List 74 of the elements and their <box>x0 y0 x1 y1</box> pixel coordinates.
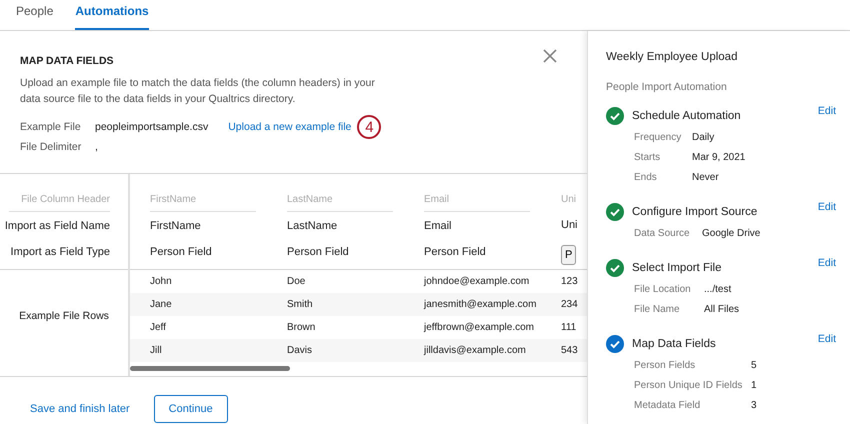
row-label: Import as Field Name <box>4 220 110 234</box>
column-header: Email <box>424 194 530 212</box>
column-header: FirstName <box>150 194 256 212</box>
detail-value: Never <box>692 172 719 182</box>
field-type-dropdown[interactable]: P <box>561 245 576 265</box>
detail-value: Google Drive <box>702 228 760 238</box>
field-type: Person Field <box>424 246 486 258</box>
close-icon[interactable] <box>543 49 557 63</box>
field-type: Person Field <box>287 246 349 258</box>
detail-label: Data Source <box>634 228 691 238</box>
row-label: File Column Header <box>9 194 110 212</box>
table-cell-text: 111 <box>561 322 578 333</box>
field-name: Uni <box>561 219 579 233</box>
detail-value: Daily <box>692 132 714 142</box>
table-cell-text: Smith <box>287 299 314 310</box>
table-cell-text: jeffbrown@example.com <box>424 322 536 333</box>
field-label: File Delimiter <box>20 141 82 153</box>
automation-subtitle: People Import Automation <box>606 81 728 93</box>
detail-label: Person Unique ID Fields <box>634 380 744 390</box>
detail-label: File Location <box>634 284 692 294</box>
tab[interactable]: Automations <box>75 0 149 30</box>
detail-label: Frequency <box>634 132 682 142</box>
detail-label: Metadata Field <box>634 400 702 410</box>
table-cell-text: 234 <box>561 299 579 310</box>
step-title: Map Data Fields <box>632 338 717 350</box>
table-cell-text: 543 <box>561 345 579 356</box>
edit-link[interactable]: Edit <box>818 105 836 117</box>
table-cell-text: John <box>150 276 173 287</box>
upload-link[interactable]: Upload a new example file <box>228 121 352 133</box>
table-cell-text: Jill <box>150 345 163 356</box>
detail-label: File Name <box>634 304 681 314</box>
field-name: LastName <box>287 220 338 234</box>
detail-value: 1 <box>751 380 757 390</box>
table-cell-text: jilldavis@example.com <box>424 345 527 356</box>
edit-link[interactable]: Edit <box>818 201 836 213</box>
field-value: , <box>95 141 98 153</box>
table-cell-text: Brown <box>287 322 316 333</box>
detail-label: Person Fields <box>634 360 696 370</box>
row-label: Example File Rows <box>19 310 109 322</box>
table-cell-text: Jeff <box>150 322 167 333</box>
step-title: Select Import File <box>632 262 722 274</box>
tab[interactable]: People <box>16 0 54 30</box>
field-name: Email <box>424 220 453 234</box>
detail-value: Mar 9, 2021 <box>692 152 746 162</box>
table-cell-text: Doe <box>287 276 306 287</box>
detail-value: All Files <box>704 304 740 314</box>
table-cell-text: janesmith@example.com <box>424 299 538 310</box>
save-link[interactable]: Save and finish later <box>30 403 130 415</box>
edit-link[interactable]: Edit <box>818 257 836 269</box>
detail-label: Ends <box>634 172 658 182</box>
step-title: Configure Import Source <box>632 206 758 218</box>
step-title: Schedule Automation <box>632 110 742 122</box>
table-cell-text: Davis <box>287 345 314 356</box>
column-header: Uni <box>561 194 578 207</box>
field-value: peopleimportsample.csv <box>95 121 208 133</box>
description: Upload an example file to match the data fields (the column headers) in your data source file to the data fields in your Qualtrics directory. <box>20 76 376 107</box>
detail-value: 3 <box>751 400 757 410</box>
field-name: FirstName <box>150 220 202 234</box>
row-label: Import as Field Type <box>10 246 110 260</box>
column-header: LastName <box>287 194 393 212</box>
field-label: Example File <box>20 121 82 133</box>
detail-value: 5 <box>751 360 757 370</box>
field-type: Person Field <box>150 246 212 258</box>
table-cell-text: 123 <box>561 276 579 287</box>
step-badge: 4 <box>357 115 382 139</box>
dialog-title: MAP DATA FIELDS <box>20 55 114 67</box>
table-cell-text: johndoe@example.com <box>424 276 530 287</box>
scrollbar-thumb[interactable] <box>130 366 290 371</box>
detail-label: Starts <box>634 152 662 162</box>
continue-button[interactable]: Continue <box>154 395 228 423</box>
table-cell-text: Jane <box>150 299 173 310</box>
detail-value: .../test <box>704 284 732 294</box>
automation-title: Weekly Employee Upload <box>606 51 738 63</box>
edit-link[interactable]: Edit <box>818 333 836 345</box>
